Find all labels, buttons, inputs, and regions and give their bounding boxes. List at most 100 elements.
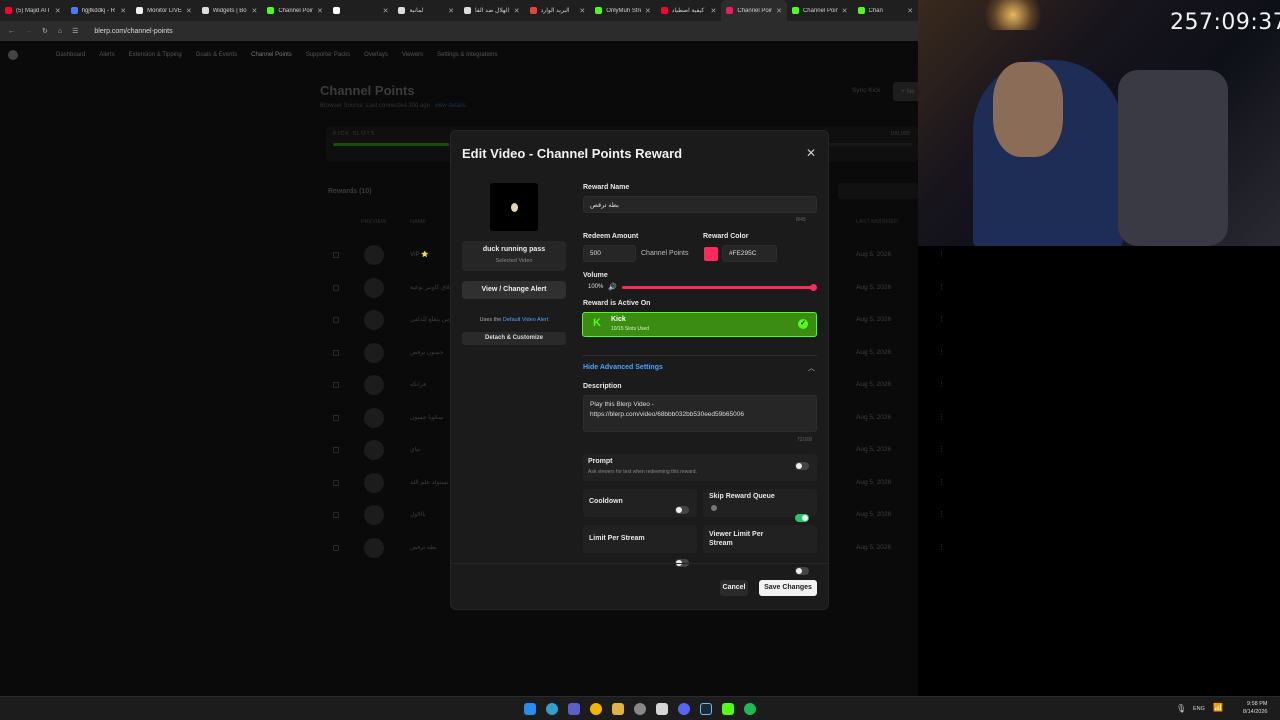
reward-name-input[interactable]: بطه ترقص xyxy=(583,196,817,213)
tab-close-icon[interactable]: ✕ xyxy=(514,7,520,15)
browser-tab[interactable]: كيفية اصطياد ✕ xyxy=(656,0,722,21)
forward-icon[interactable]: → xyxy=(25,28,32,35)
chrome-icon[interactable] xyxy=(590,703,602,715)
row-checkbox[interactable] xyxy=(333,544,339,551)
kick-app-icon[interactable] xyxy=(722,703,734,715)
mic-icon[interactable]: 🎙 xyxy=(1176,704,1186,713)
description-textarea[interactable]: Play this Blerp Video - https://blerp.co… xyxy=(583,395,817,432)
speaker-icon[interactable]: 🔊 xyxy=(608,283,617,291)
browser-tab[interactable]: البريد الوارد ✕ xyxy=(525,0,591,21)
language-indicator[interactable]: ENG xyxy=(1193,706,1205,712)
default-video-alert-link[interactable]: Default Video Alert xyxy=(503,317,548,323)
video-thumbnail[interactable] xyxy=(490,183,538,231)
search-input[interactable] xyxy=(838,183,918,199)
tab-close-icon[interactable]: ✕ xyxy=(907,7,913,15)
browser-tab[interactable]: Widgets | Bo ✕ xyxy=(197,0,263,21)
row-menu-icon[interactable]: ⋮ xyxy=(938,445,945,453)
redeem-amount-input[interactable]: 500 xyxy=(583,245,636,262)
row-menu-icon[interactable]: ⋮ xyxy=(938,543,945,551)
row-checkbox[interactable] xyxy=(333,512,339,518)
browser-tab[interactable]: (5) Majid Al I ✕ xyxy=(0,0,66,21)
site-info-icon[interactable]: ☰ xyxy=(72,27,78,35)
edge-icon[interactable] xyxy=(546,703,558,715)
new-reward-button[interactable]: + Ne xyxy=(893,82,918,101)
browser-tab[interactable]: Channel Poin ✕ xyxy=(787,0,853,21)
tab-close-icon[interactable]: ✕ xyxy=(579,7,585,15)
wifi-icon[interactable]: 📶 xyxy=(1213,703,1223,712)
nav-item[interactable]: Settings & Integrations xyxy=(437,52,497,58)
nav-item[interactable]: Overlays xyxy=(364,52,388,58)
browser-tab[interactable]: ✕ xyxy=(328,0,394,21)
discord-icon[interactable] xyxy=(678,703,690,715)
row-menu-icon[interactable]: ⋮ xyxy=(938,250,945,258)
browser-tab[interactable]: Channel Poin ✕ xyxy=(721,0,787,21)
file-explorer-icon[interactable] xyxy=(612,703,624,715)
browser-tab[interactable]: OnlyMuh Stre ✕ xyxy=(590,0,656,21)
row-menu-icon[interactable]: ⋮ xyxy=(938,510,945,518)
nav-item[interactable]: Alerts xyxy=(99,52,114,58)
browser-tab[interactable]: لمانية ✕ xyxy=(393,0,459,21)
info-icon[interactable] xyxy=(711,505,717,511)
volume-knob[interactable] xyxy=(810,284,817,291)
hide-advanced-settings-toggle[interactable]: Hide Advanced Settings xyxy=(583,364,663,371)
clock-time[interactable]: 9:58 PM xyxy=(1247,701,1267,707)
tab-close-icon[interactable]: ✕ xyxy=(448,7,454,15)
browser-tab[interactable]: Channel Poin ✕ xyxy=(262,0,328,21)
teams-icon[interactable] xyxy=(568,703,580,715)
tab-close-icon[interactable]: ✕ xyxy=(55,7,61,15)
tab-close-icon[interactable]: ✕ xyxy=(120,7,126,15)
tab-close-icon[interactable]: ✕ xyxy=(645,7,651,15)
windows-start-icon[interactable] xyxy=(524,703,536,715)
chevron-up-icon[interactable]: ︿ xyxy=(808,363,815,373)
browser-tab[interactable]: hgjfkddkj - R ✕ xyxy=(66,0,132,21)
prompt-toggle[interactable] xyxy=(795,462,809,470)
cancel-button[interactable]: Cancel xyxy=(720,580,748,596)
row-checkbox[interactable] xyxy=(333,414,339,421)
row-checkbox[interactable] xyxy=(333,252,339,258)
nav-item[interactable]: Extension & Tipping xyxy=(129,52,182,58)
nav-item[interactable]: Channel Points xyxy=(251,52,292,58)
row-checkbox[interactable] xyxy=(333,447,339,453)
tab-close-icon[interactable]: ✕ xyxy=(383,7,389,15)
browser-tab[interactable]: Chan ✕ xyxy=(853,0,918,21)
row-menu-icon[interactable]: ⋮ xyxy=(938,380,945,388)
viewer-limit-toggle[interactable] xyxy=(795,567,809,575)
row-checkbox[interactable] xyxy=(333,479,339,486)
calculator-icon[interactable] xyxy=(656,703,668,715)
tab-close-icon[interactable]: ✕ xyxy=(317,7,323,15)
row-checkbox[interactable] xyxy=(333,317,339,323)
steam-icon[interactable] xyxy=(700,703,712,715)
tab-close-icon[interactable]: ✕ xyxy=(710,7,716,15)
row-menu-icon[interactable]: ⋮ xyxy=(938,413,945,421)
nav-item[interactable]: Goals & Events xyxy=(196,52,237,58)
tab-close-icon[interactable]: ✕ xyxy=(186,7,192,15)
settings-icon[interactable] xyxy=(634,703,646,715)
view-change-alert-button[interactable]: View / Change Alert xyxy=(462,281,566,299)
url-text[interactable]: blerp.com/channel-points xyxy=(94,28,172,35)
clock-date[interactable]: 8/14/2026 xyxy=(1243,709,1267,715)
reward-color-input[interactable]: #FE295C xyxy=(722,245,777,262)
row-menu-icon[interactable]: ⋮ xyxy=(938,315,945,323)
detach-customize-button[interactable]: Detach & Customize xyxy=(462,332,566,345)
tab-close-icon[interactable]: ✕ xyxy=(776,7,782,15)
back-icon[interactable]: ← xyxy=(8,28,15,35)
row-checkbox[interactable] xyxy=(333,284,339,291)
skip-queue-toggle[interactable] xyxy=(795,514,809,522)
nav-item[interactable]: Dashboard xyxy=(56,52,85,58)
row-menu-icon[interactable]: ⋮ xyxy=(938,348,945,356)
row-menu-icon[interactable]: ⋮ xyxy=(938,283,945,291)
nav-item[interactable]: Supporter Packs xyxy=(306,52,350,58)
row-checkbox[interactable] xyxy=(333,382,339,388)
volume-slider[interactable] xyxy=(622,284,817,291)
sync-kick-button[interactable]: Sync Kick xyxy=(852,87,881,94)
reload-icon[interactable]: ↻ xyxy=(42,27,48,35)
reward-color-swatch[interactable] xyxy=(704,247,718,261)
home-icon[interactable]: ⌂ xyxy=(58,28,62,35)
row-menu-icon[interactable]: ⋮ xyxy=(938,478,945,486)
view-details-link[interactable]: view details xyxy=(435,103,466,109)
browser-tab[interactable]: Monitor LIVE ✕ xyxy=(131,0,197,21)
spotify-icon[interactable] xyxy=(744,703,756,715)
row-checkbox[interactable] xyxy=(333,349,339,356)
save-changes-button[interactable]: Save Changes xyxy=(759,580,817,596)
close-icon[interactable]: ✕ xyxy=(806,146,816,160)
